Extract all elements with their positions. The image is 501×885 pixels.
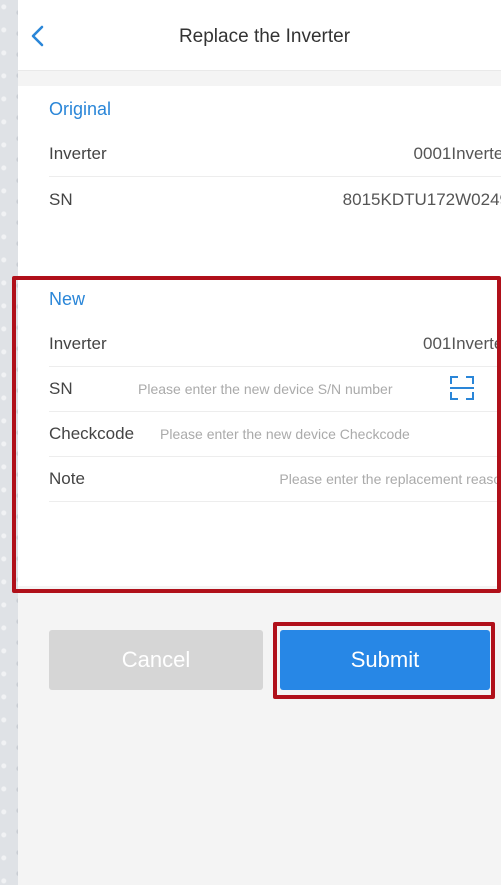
- original-sn-row: SN 8015KDTU172W0249: [49, 176, 501, 223]
- original-heading: Original: [49, 98, 112, 119]
- original-inverter-value: 0001Inverter: [413, 144, 501, 163]
- original-inverter-row: Inverter 0001Inverter: [49, 132, 501, 176]
- page-title: Replace the Inverter: [178, 26, 351, 47]
- original-sn-value: 8015KDTU172W0249: [342, 190, 501, 209]
- nav-bar: Replace the Inverter: [18, 0, 501, 71]
- original-inverter-label: Inverter: [49, 144, 107, 163]
- new-section-highlight: [12, 276, 501, 593]
- original-sn-label: SN: [49, 190, 73, 209]
- submit-button-highlight: [273, 622, 495, 699]
- original-section: Original Inverter 0001Inverter SN 8015KD…: [18, 86, 501, 276]
- cancel-button[interactable]: Cancel: [49, 630, 263, 690]
